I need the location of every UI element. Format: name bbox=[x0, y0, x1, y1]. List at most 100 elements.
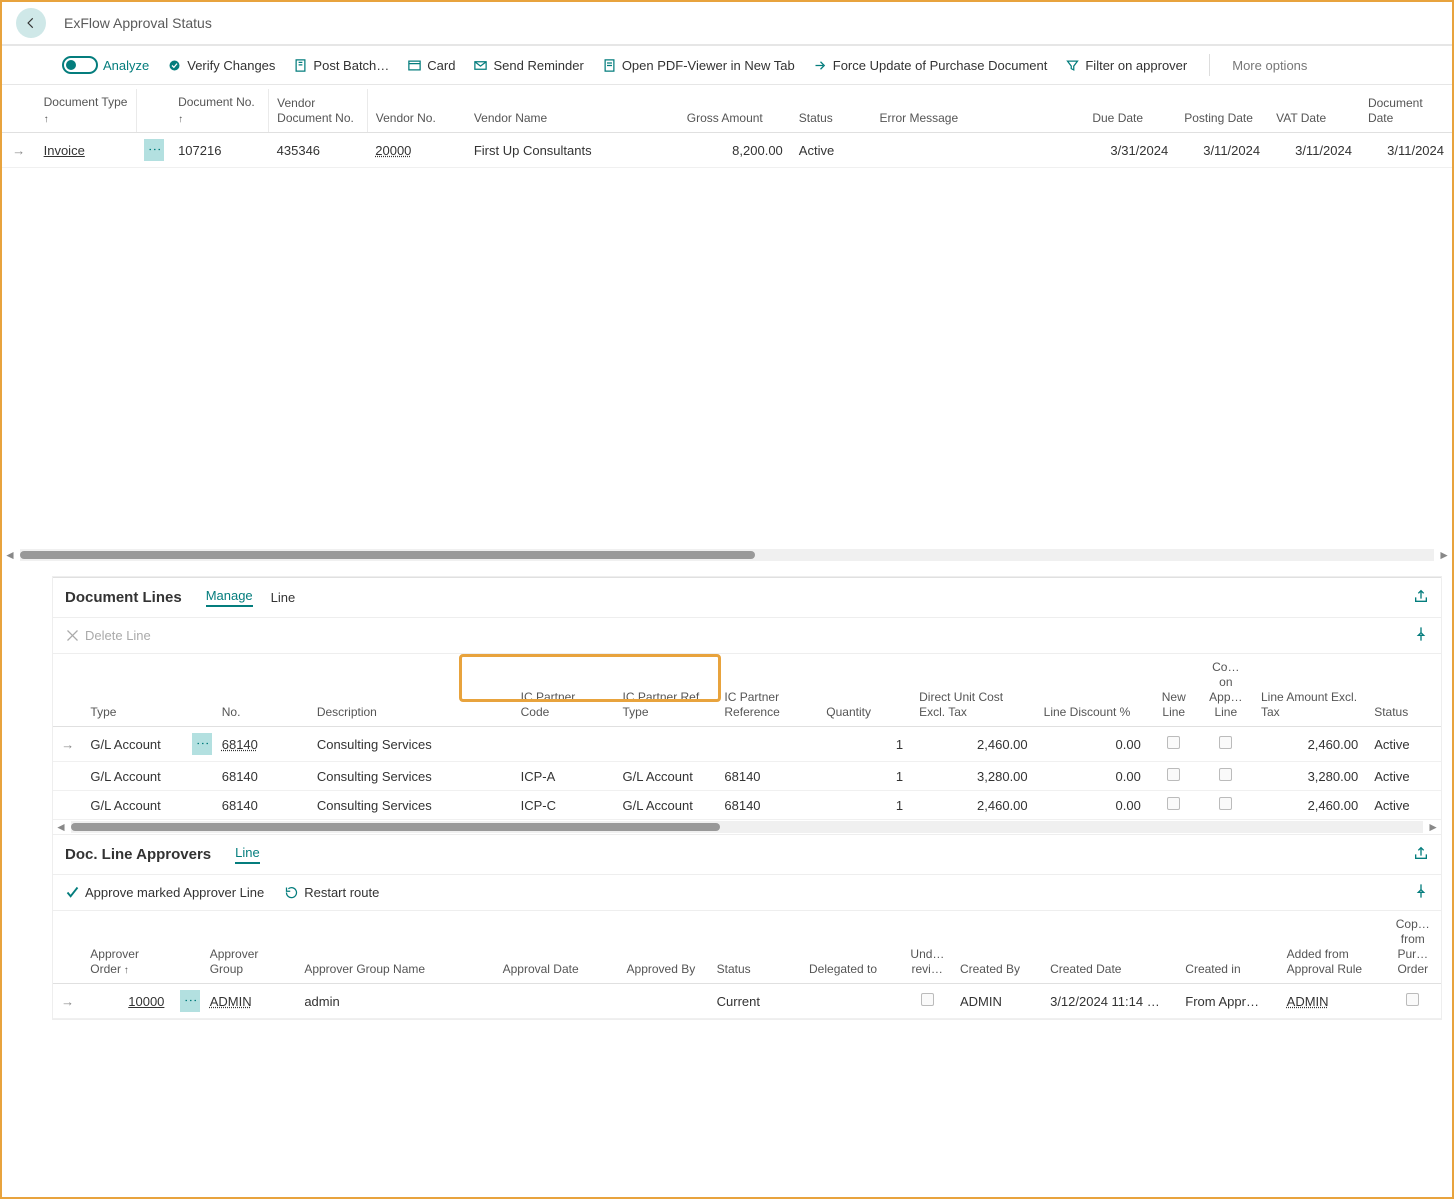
cop-order-checkbox[interactable] bbox=[1406, 993, 1419, 1006]
col-vendor-name[interactable]: Vendor Name bbox=[466, 89, 679, 133]
pin-icon[interactable] bbox=[1413, 626, 1429, 645]
col-doc-date[interactable]: Document Date bbox=[1360, 89, 1452, 133]
row-arrow-icon[interactable]: → bbox=[2, 133, 36, 168]
col-vendor-no[interactable]: Vendor No. bbox=[367, 89, 466, 133]
line-row[interactable]: →G/L Account⋮68140Consulting Services12,… bbox=[53, 727, 1441, 762]
col-doc-type[interactable]: Document Type bbox=[36, 89, 137, 133]
verify-changes-button[interactable]: Verify Changes bbox=[167, 58, 275, 73]
approvers-tab-line[interactable]: Line bbox=[235, 845, 260, 864]
share-icon[interactable] bbox=[1413, 588, 1429, 607]
open-pdf-button[interactable]: Open PDF-Viewer in New Tab bbox=[602, 58, 795, 73]
card-button[interactable]: Card bbox=[407, 58, 455, 73]
col-line-type[interactable]: Type bbox=[82, 654, 184, 727]
back-button[interactable] bbox=[16, 8, 46, 38]
approvers-header: Doc. Line Approvers Line bbox=[53, 834, 1441, 874]
doc-type-link[interactable]: Invoice bbox=[44, 143, 85, 158]
co-app-checkbox[interactable] bbox=[1219, 797, 1232, 810]
col-approval-date[interactable]: Approval Date bbox=[495, 911, 619, 984]
send-reminder-button[interactable]: Send Reminder bbox=[473, 58, 583, 73]
due-cell: 3/31/2024 bbox=[1084, 133, 1176, 168]
col-posting[interactable]: Posting Date bbox=[1176, 89, 1268, 133]
col-unit-cost[interactable]: Direct Unit Cost Excl. Tax bbox=[911, 654, 1036, 727]
force-update-button[interactable]: Force Update of Purchase Document bbox=[813, 58, 1048, 73]
col-due[interactable]: Due Date bbox=[1084, 89, 1176, 133]
tab-manage[interactable]: Manage bbox=[206, 588, 253, 607]
row-menu-icon[interactable]: ⋮ bbox=[144, 139, 164, 161]
und-revi-checkbox[interactable] bbox=[921, 993, 934, 1006]
vendor-no-link[interactable]: 20000 bbox=[375, 143, 411, 158]
col-created-date[interactable]: Created Date bbox=[1042, 911, 1177, 984]
col-icp-code[interactable]: IC Partner Code bbox=[513, 654, 615, 727]
icp-code-cell bbox=[513, 727, 615, 762]
unit-cost-cell: 2,460.00 bbox=[911, 727, 1036, 762]
icp-ref-cell: 68140 bbox=[716, 762, 818, 791]
col-icp-ref[interactable]: IC Partner Reference bbox=[716, 654, 818, 727]
new-line-checkbox[interactable] bbox=[1167, 736, 1180, 749]
col-appr-order[interactable]: Approver Order bbox=[82, 911, 172, 984]
col-disc[interactable]: Line Discount % bbox=[1036, 654, 1149, 727]
main-grid: Document Type Document No. Vendor Docume… bbox=[2, 85, 1452, 562]
appr-order-link[interactable]: 10000 bbox=[128, 994, 164, 1009]
col-cop-order[interactable]: Cop… from Pur… Order bbox=[1385, 911, 1441, 984]
co-app-checkbox[interactable] bbox=[1219, 736, 1232, 749]
analyze-toggle[interactable]: Analyze bbox=[62, 56, 149, 74]
approvers-pin-icon[interactable] bbox=[1413, 883, 1429, 902]
col-appr-group[interactable]: Approver Group bbox=[202, 911, 297, 984]
post-batch-button[interactable]: Post Batch… bbox=[293, 58, 389, 73]
col-created-in[interactable]: Created in bbox=[1177, 911, 1278, 984]
main-row[interactable]: → Invoice ⋮ 107216 435346 20000 First Up… bbox=[2, 133, 1452, 168]
row-menu-icon[interactable]: ⋮ bbox=[192, 733, 212, 755]
approve-marked-button[interactable]: Approve marked Approver Line bbox=[65, 885, 264, 900]
line-desc-cell: Consulting Services bbox=[309, 762, 513, 791]
col-qty[interactable]: Quantity bbox=[818, 654, 911, 727]
line-row[interactable]: G/L Account68140Consulting ServicesICP-C… bbox=[53, 791, 1441, 820]
approver-row[interactable]: → 10000 ⋮ ADMIN admin Current ADMIN 3/12… bbox=[53, 984, 1441, 1019]
lines-hscroll[interactable]: ◄ ► bbox=[53, 820, 1441, 834]
col-status[interactable]: Status bbox=[791, 89, 872, 133]
approvers-title: Doc. Line Approvers bbox=[65, 846, 211, 863]
approvers-share-icon[interactable] bbox=[1413, 845, 1429, 864]
delete-line-button[interactable]: Delete Line bbox=[65, 628, 151, 643]
col-added-from[interactable]: Added from Approval Rule bbox=[1279, 911, 1385, 984]
col-gross[interactable]: Gross Amount bbox=[679, 89, 791, 133]
row-arrow-icon[interactable]: → bbox=[53, 984, 82, 1019]
col-line-no[interactable]: No. bbox=[214, 654, 309, 727]
row-arrow-icon[interactable]: → bbox=[53, 727, 82, 762]
row-arrow-icon[interactable] bbox=[53, 762, 82, 791]
new-line-checkbox[interactable] bbox=[1167, 797, 1180, 810]
col-delegated[interactable]: Delegated to bbox=[801, 911, 902, 984]
delete-line-label: Delete Line bbox=[85, 628, 151, 643]
col-appr-status[interactable]: Status bbox=[709, 911, 801, 984]
added-from-link[interactable]: ADMIN bbox=[1287, 994, 1329, 1009]
more-options-button[interactable]: More options bbox=[1232, 58, 1307, 73]
co-app-checkbox[interactable] bbox=[1219, 768, 1232, 781]
col-icp-ref-type[interactable]: IC Partner Ref. Type bbox=[615, 654, 717, 727]
row-menu-icon[interactable]: ⋮ bbox=[180, 990, 200, 1012]
row-arrow-icon[interactable] bbox=[53, 791, 82, 820]
col-created-by[interactable]: Created By bbox=[952, 911, 1042, 984]
more-options-label: More options bbox=[1232, 58, 1307, 73]
tab-line[interactable]: Line bbox=[271, 590, 296, 605]
col-co-app[interactable]: Co… on App… Line bbox=[1199, 654, 1253, 727]
col-line-desc[interactable]: Description bbox=[309, 654, 513, 727]
col-appr-group-name[interactable]: Approver Group Name bbox=[296, 911, 494, 984]
restart-route-button[interactable]: Restart route bbox=[284, 885, 379, 900]
col-line-status[interactable]: Status bbox=[1366, 654, 1441, 727]
line-row[interactable]: G/L Account68140Consulting ServicesICP-A… bbox=[53, 762, 1441, 791]
col-und-revi[interactable]: Und… revi… bbox=[902, 911, 952, 984]
icp-ref-type-cell bbox=[615, 727, 717, 762]
filter-approver-button[interactable]: Filter on approver bbox=[1065, 58, 1187, 73]
line-desc-cell: Consulting Services bbox=[309, 791, 513, 820]
new-line-checkbox[interactable] bbox=[1167, 768, 1180, 781]
col-error[interactable]: Error Message bbox=[871, 89, 1084, 133]
col-vat[interactable]: VAT Date bbox=[1268, 89, 1360, 133]
col-new-line[interactable]: New Line bbox=[1149, 654, 1199, 727]
qty-cell: 1 bbox=[818, 791, 911, 820]
col-vendor-doc-no[interactable]: Vendor Document No. bbox=[269, 89, 368, 133]
col-doc-no[interactable]: Document No. bbox=[170, 89, 269, 133]
col-amount[interactable]: Line Amount Excl. Tax bbox=[1253, 654, 1366, 727]
appr-group-link[interactable]: ADMIN bbox=[210, 994, 252, 1009]
col-approved-by[interactable]: Approved By bbox=[619, 911, 709, 984]
send-reminder-label: Send Reminder bbox=[493, 58, 583, 73]
main-hscroll[interactable]: ◄ ► bbox=[2, 548, 1452, 562]
